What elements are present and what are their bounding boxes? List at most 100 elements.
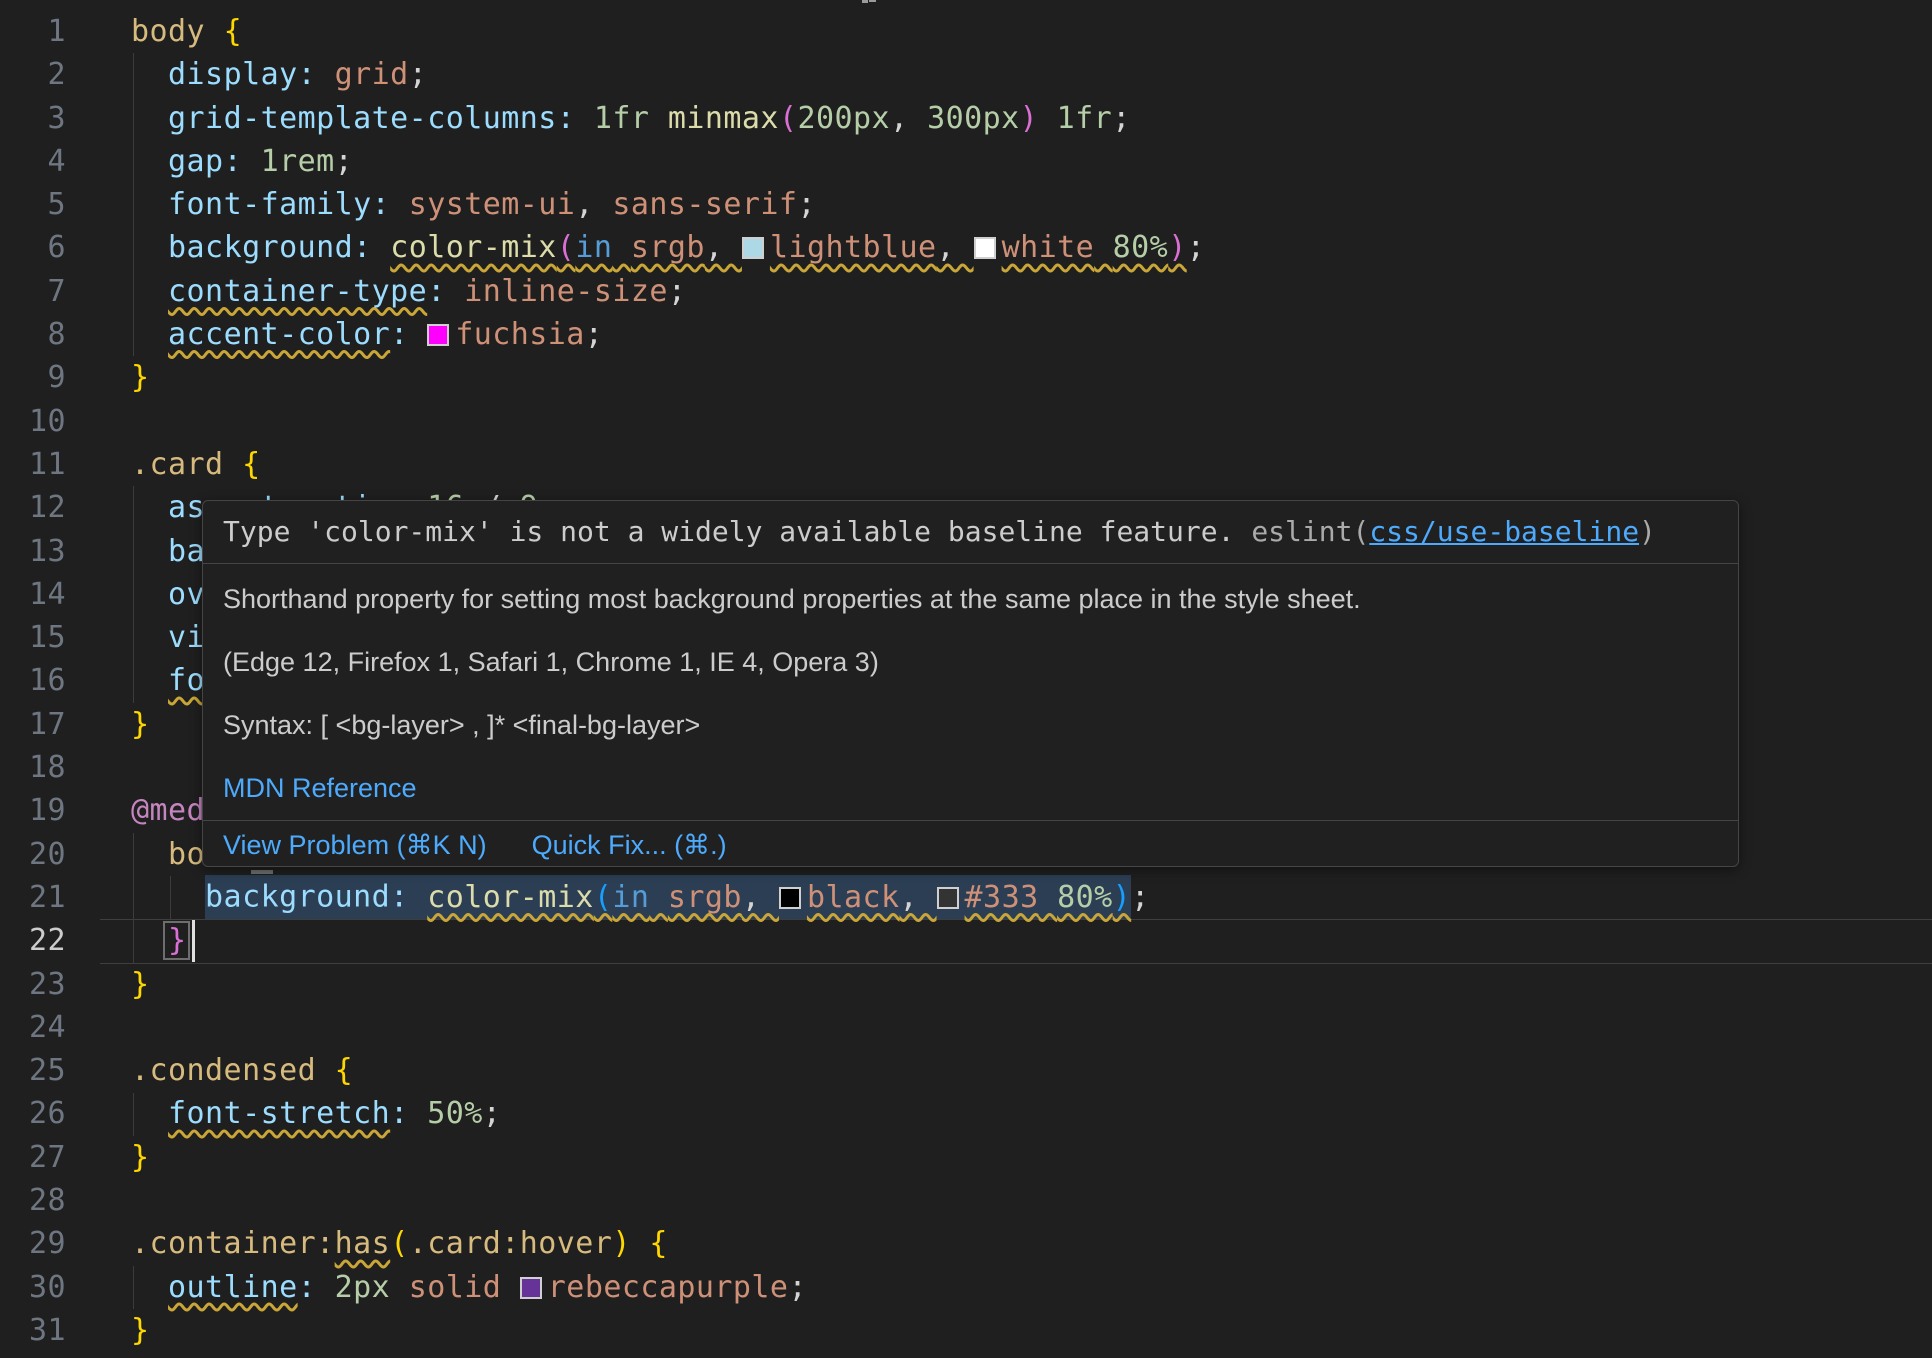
- code-token: 300px: [927, 101, 1020, 136]
- color-swatch[interactable]: [427, 324, 449, 346]
- code-token: [131, 577, 168, 612]
- code-line[interactable]: 24: [0, 1006, 1932, 1049]
- warning-squiggle-range: color-mix(in srgb, lightblue, white 80%): [390, 230, 1187, 265]
- line-number: 13: [0, 530, 66, 573]
- code-token: [131, 187, 168, 222]
- code-line[interactable]: 27}: [0, 1136, 1932, 1179]
- code-token: ov: [168, 577, 205, 612]
- line-number: 29: [0, 1222, 66, 1265]
- line-number: 22: [0, 919, 66, 962]
- code-line[interactable]: 31}: [0, 1309, 1932, 1352]
- line-number: 19: [0, 789, 66, 832]
- line-number: 8: [0, 313, 66, 356]
- code-line[interactable]: 29.container:has(.card:hover) {: [0, 1222, 1932, 1265]
- code-token: [1038, 101, 1057, 136]
- code-line[interactable]: 11.card {: [0, 443, 1932, 486]
- color-swatch[interactable]: [520, 1277, 542, 1299]
- line-number: 18: [0, 746, 66, 789]
- line-number: 25: [0, 1049, 66, 1092]
- line-content: @med: [66, 789, 205, 832]
- eslint-rule-link[interactable]: css/use-baseline: [1369, 515, 1639, 548]
- code-token: [131, 144, 168, 179]
- code-token: lightblue: [770, 230, 937, 265]
- code-line[interactable]: 30 outline: 2px solid rebeccapurple;: [0, 1266, 1932, 1309]
- line-number: 16: [0, 659, 66, 702]
- code-token: {: [224, 14, 243, 49]
- line-number: 24: [0, 1006, 66, 1049]
- code-token: 1fr: [1057, 101, 1113, 136]
- code-token: black: [807, 880, 900, 915]
- code-token: font-stretch: [168, 1096, 390, 1131]
- code-token: srgb: [631, 230, 705, 265]
- code-line[interactable]: 7 container-type: inline-size;: [0, 270, 1932, 313]
- code-line[interactable]: 5 font-family: system-ui, sans-serif;: [0, 183, 1932, 226]
- code-token: background:: [168, 230, 372, 265]
- code-token: ): [1168, 230, 1187, 265]
- code-line[interactable]: 9}: [0, 356, 1932, 399]
- line-number: 20: [0, 833, 66, 876]
- syntax-info: Syntax: [ <bg-layer> , ]* <final-bg-laye…: [223, 694, 1718, 757]
- code-token: body: [131, 14, 205, 49]
- line-content: accent-color: fuchsia;: [66, 313, 603, 356]
- code-token: }: [131, 1140, 150, 1175]
- line-number: 17: [0, 703, 66, 746]
- line-number: 2: [0, 53, 66, 96]
- line-content: font-stretch: 50%;: [66, 1092, 501, 1135]
- code-line[interactable]: 25.condensed {: [0, 1049, 1932, 1092]
- line-content: gap: 1rem;: [66, 140, 353, 183]
- code-token: [649, 880, 668, 915]
- line-content: vi: [66, 616, 205, 659]
- line-content: .container:has(.card:hover) {: [66, 1222, 668, 1265]
- mdn-reference-link[interactable]: MDN Reference: [223, 773, 417, 804]
- code-token: [131, 620, 168, 655]
- code-line[interactable]: 23}: [0, 963, 1932, 1006]
- code-line[interactable]: 22 }: [0, 919, 1932, 962]
- code-token: fuchsia: [455, 317, 585, 352]
- code-token: ;: [409, 57, 428, 92]
- code-line[interactable]: 8 accent-color: fuchsia;: [0, 313, 1932, 356]
- color-swatch[interactable]: [779, 887, 801, 909]
- line-content: }: [66, 1136, 150, 1179]
- code-line[interactable]: 26 font-stretch: 50%;: [0, 1092, 1932, 1135]
- code-token: @med: [131, 793, 205, 828]
- code-token: .condensed: [131, 1053, 316, 1088]
- line-number: 7: [0, 270, 66, 313]
- code-line[interactable]: 21 background: color-mix(in srgb, black,…: [0, 876, 1932, 919]
- color-swatch[interactable]: [742, 237, 764, 259]
- code-token: #333: [965, 880, 1039, 915]
- line-content: }: [66, 963, 150, 1006]
- code-line[interactable]: 10: [0, 400, 1932, 443]
- code-line[interactable]: 1body {: [0, 10, 1932, 53]
- view-problem-action[interactable]: View Problem (⌘K N): [223, 830, 487, 861]
- code-token: sans-serif: [612, 187, 797, 222]
- code-token: rebeccapurple: [548, 1270, 789, 1305]
- code-line[interactable]: 6 background: color-mix(in srgb, lightbl…: [0, 226, 1932, 269]
- code-token: ;: [1112, 101, 1131, 136]
- code-token: [649, 101, 668, 136]
- code-token: 50%: [427, 1096, 483, 1131]
- code-token: .container:: [131, 1226, 335, 1261]
- quick-fix-action[interactable]: Quick Fix... (⌘.): [532, 830, 727, 861]
- code-token: grid-template-columns:: [168, 101, 575, 136]
- code-editor[interactable]: 1body {2 display: grid;3 grid-template-c…: [0, 0, 1932, 1358]
- line-content: fo: [66, 659, 205, 702]
- color-swatch[interactable]: [937, 887, 959, 909]
- code-token: [131, 880, 205, 915]
- code-token: display:: [168, 57, 316, 92]
- code-line[interactable]: 2 display: grid;: [0, 53, 1932, 96]
- code-token: in: [575, 230, 612, 265]
- code-token: ): [1020, 101, 1039, 136]
- line-content: background: color-mix(in srgb, black, #3…: [66, 876, 1150, 919]
- code-token: (: [557, 230, 576, 265]
- code-token: }: [131, 1313, 150, 1348]
- warning-squiggle-range: fo: [168, 663, 205, 698]
- text-cursor: [192, 920, 195, 962]
- line-number: 11: [0, 443, 66, 486]
- code-line[interactable]: 3 grid-template-columns: 1fr minmax(200p…: [0, 97, 1932, 140]
- line-content: bo: [66, 833, 205, 876]
- code-line[interactable]: 4 gap: 1rem;: [0, 140, 1932, 183]
- code-token: .card: [131, 447, 224, 482]
- code-token: ): [1113, 880, 1132, 915]
- code-line[interactable]: 28: [0, 1179, 1932, 1222]
- color-swatch[interactable]: [974, 237, 996, 259]
